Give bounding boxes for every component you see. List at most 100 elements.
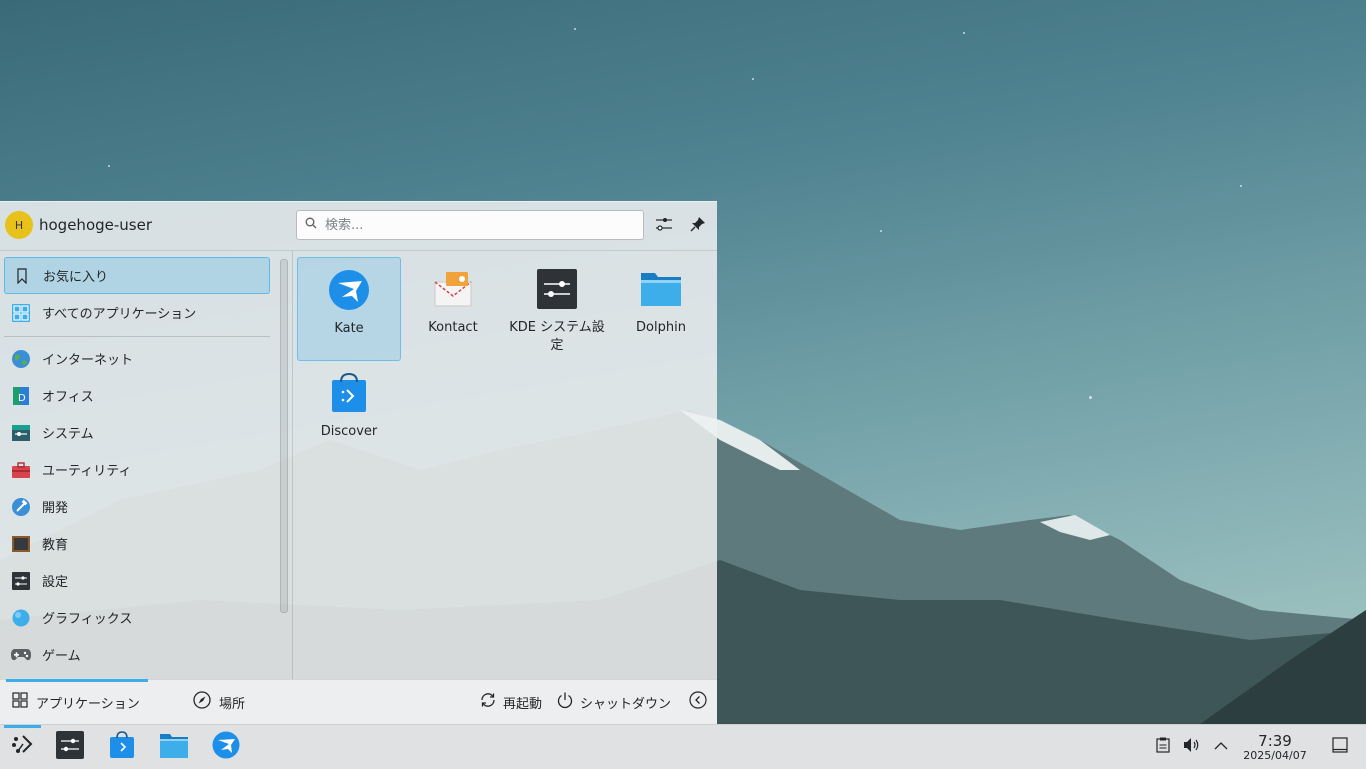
app-label: Discover [320,424,378,439]
restart-label: 再起動 [503,696,543,712]
app-label: KDE システム設定 [509,320,605,353]
category-all-applications[interactable]: すべてのアプリケーション [4,294,270,331]
sliders-icon [655,215,673,237]
category-label: グラフィックス [42,612,133,627]
category-settings[interactable]: 設定 [4,562,270,599]
category-label: 教育 [42,538,69,553]
launcher-button[interactable] [4,729,40,765]
shutdown-label: シャットダウン [580,696,672,712]
globe-icon [10,348,32,370]
category-utilities[interactable]: ユーティリティ [4,451,270,488]
grid-icon [10,302,32,324]
app-discover[interactable]: Discover [297,361,401,465]
taskbar-system-settings[interactable] [52,729,88,765]
app-dolphin[interactable]: Dolphin [609,257,713,361]
tab-places[interactable]: 場所 [193,680,245,724]
tab-applications[interactable]: アプリケーション [6,679,148,724]
clock-time[interactable]: 7:39 [1240,732,1310,750]
app-label: Dolphin [636,320,686,335]
app-label: Kontact [428,320,478,335]
category-label: お気に入り [43,270,109,285]
category-label: すべてのアプリケーション [42,307,197,322]
app-kate[interactable]: Kate [297,257,401,361]
category-system[interactable]: システム [4,414,270,451]
kontact-icon [431,267,475,311]
category-internet[interactable]: インターネット [4,340,270,377]
kate-icon [212,731,240,763]
category-label: オフィス [42,390,94,405]
graphics-icon [10,607,32,629]
chevron-left-icon [689,691,707,713]
category-label: インターネット [42,353,134,368]
category-label: ユーティリティ [42,464,132,479]
bookmark-icon [11,265,33,287]
category-graphics[interactable]: グラフィックス [4,599,270,636]
app-kde-system-settings[interactable]: KDE システム設定 [505,257,609,361]
show-desktop-button[interactable] [1330,736,1350,758]
discover-icon [109,731,135,763]
taskbar-kate[interactable] [208,729,244,765]
pin-button[interactable] [686,214,710,238]
category-label: 設定 [42,575,69,590]
restart-button[interactable]: 再起動 [479,680,542,724]
show-desktop-icon [1332,737,1348,757]
search-icon [305,217,317,233]
kate-icon [327,268,371,312]
show-hidden-icons-button[interactable] [1211,736,1231,758]
chevron-up-icon [1214,740,1228,755]
folder-icon [159,731,189,763]
category-games[interactable]: ゲーム [4,636,270,673]
toolbox-icon [10,459,32,481]
user-profile[interactable]: H hogehoge-user [5,211,152,239]
category-divider [4,336,270,337]
sidebar-scrollbar[interactable] [280,259,288,613]
applications-grid-icon [12,692,28,712]
discover-icon [327,371,371,415]
avatar[interactable]: H [5,211,33,239]
taskbar-dolphin[interactable] [156,729,192,765]
category-label: 開発 [42,501,69,516]
application-launcher: H hogehoge-user お気に入り すべてのアプリケーション インタ [0,201,717,725]
speaker-icon [1183,737,1201,757]
category-label: ゲーム [42,649,81,664]
category-label: システム [42,427,94,442]
launcher-footer: アプリケーション 場所 再起動 シャットダウン [0,679,717,725]
power-icon [556,691,574,713]
launcher-active-indicator [4,725,41,728]
tab-label: アプリケーション [36,696,140,712]
category-favorites[interactable]: お気に入り [4,257,270,294]
clipboard-tray[interactable] [1153,736,1173,758]
shutdown-button[interactable]: シャットダウン [556,680,671,724]
clock-date[interactable]: 2025/04/07 [1240,749,1310,762]
clipboard-icon [1156,737,1170,757]
chalkboard-icon [10,533,32,555]
app-kontact[interactable]: Kontact [401,257,505,361]
panel-divider [292,251,293,679]
configure-button[interactable] [652,214,676,238]
restart-icon [479,691,497,713]
kde-logo-icon [9,732,35,762]
system-icon [10,422,32,444]
taskbar-discover[interactable] [104,729,140,765]
app-label: Kate [334,321,364,336]
office-icon: D [10,385,32,407]
category-sidebar: お気に入り すべてのアプリケーション インターネット D オフィス システム ユ… [0,251,275,679]
search-field[interactable] [296,210,644,240]
tab-label: 場所 [219,696,246,712]
username: hogehoge-user [39,216,152,234]
more-power-options-button[interactable] [689,680,707,724]
gamepad-icon [10,644,32,666]
search-input[interactable] [323,216,627,234]
category-education[interactable]: 教育 [4,525,270,562]
category-office[interactable]: D オフィス [4,377,270,414]
hammer-icon [10,496,32,518]
category-development[interactable]: 開発 [4,488,270,525]
system-settings-icon [535,267,579,311]
svg-text:D: D [18,393,26,404]
taskbar: 7:39 2025/04/07 [0,724,1366,769]
settings-icon [10,570,32,592]
volume-tray[interactable] [1182,736,1202,758]
system-settings-icon [56,731,84,763]
compass-icon [193,691,211,713]
pin-icon [690,216,706,236]
